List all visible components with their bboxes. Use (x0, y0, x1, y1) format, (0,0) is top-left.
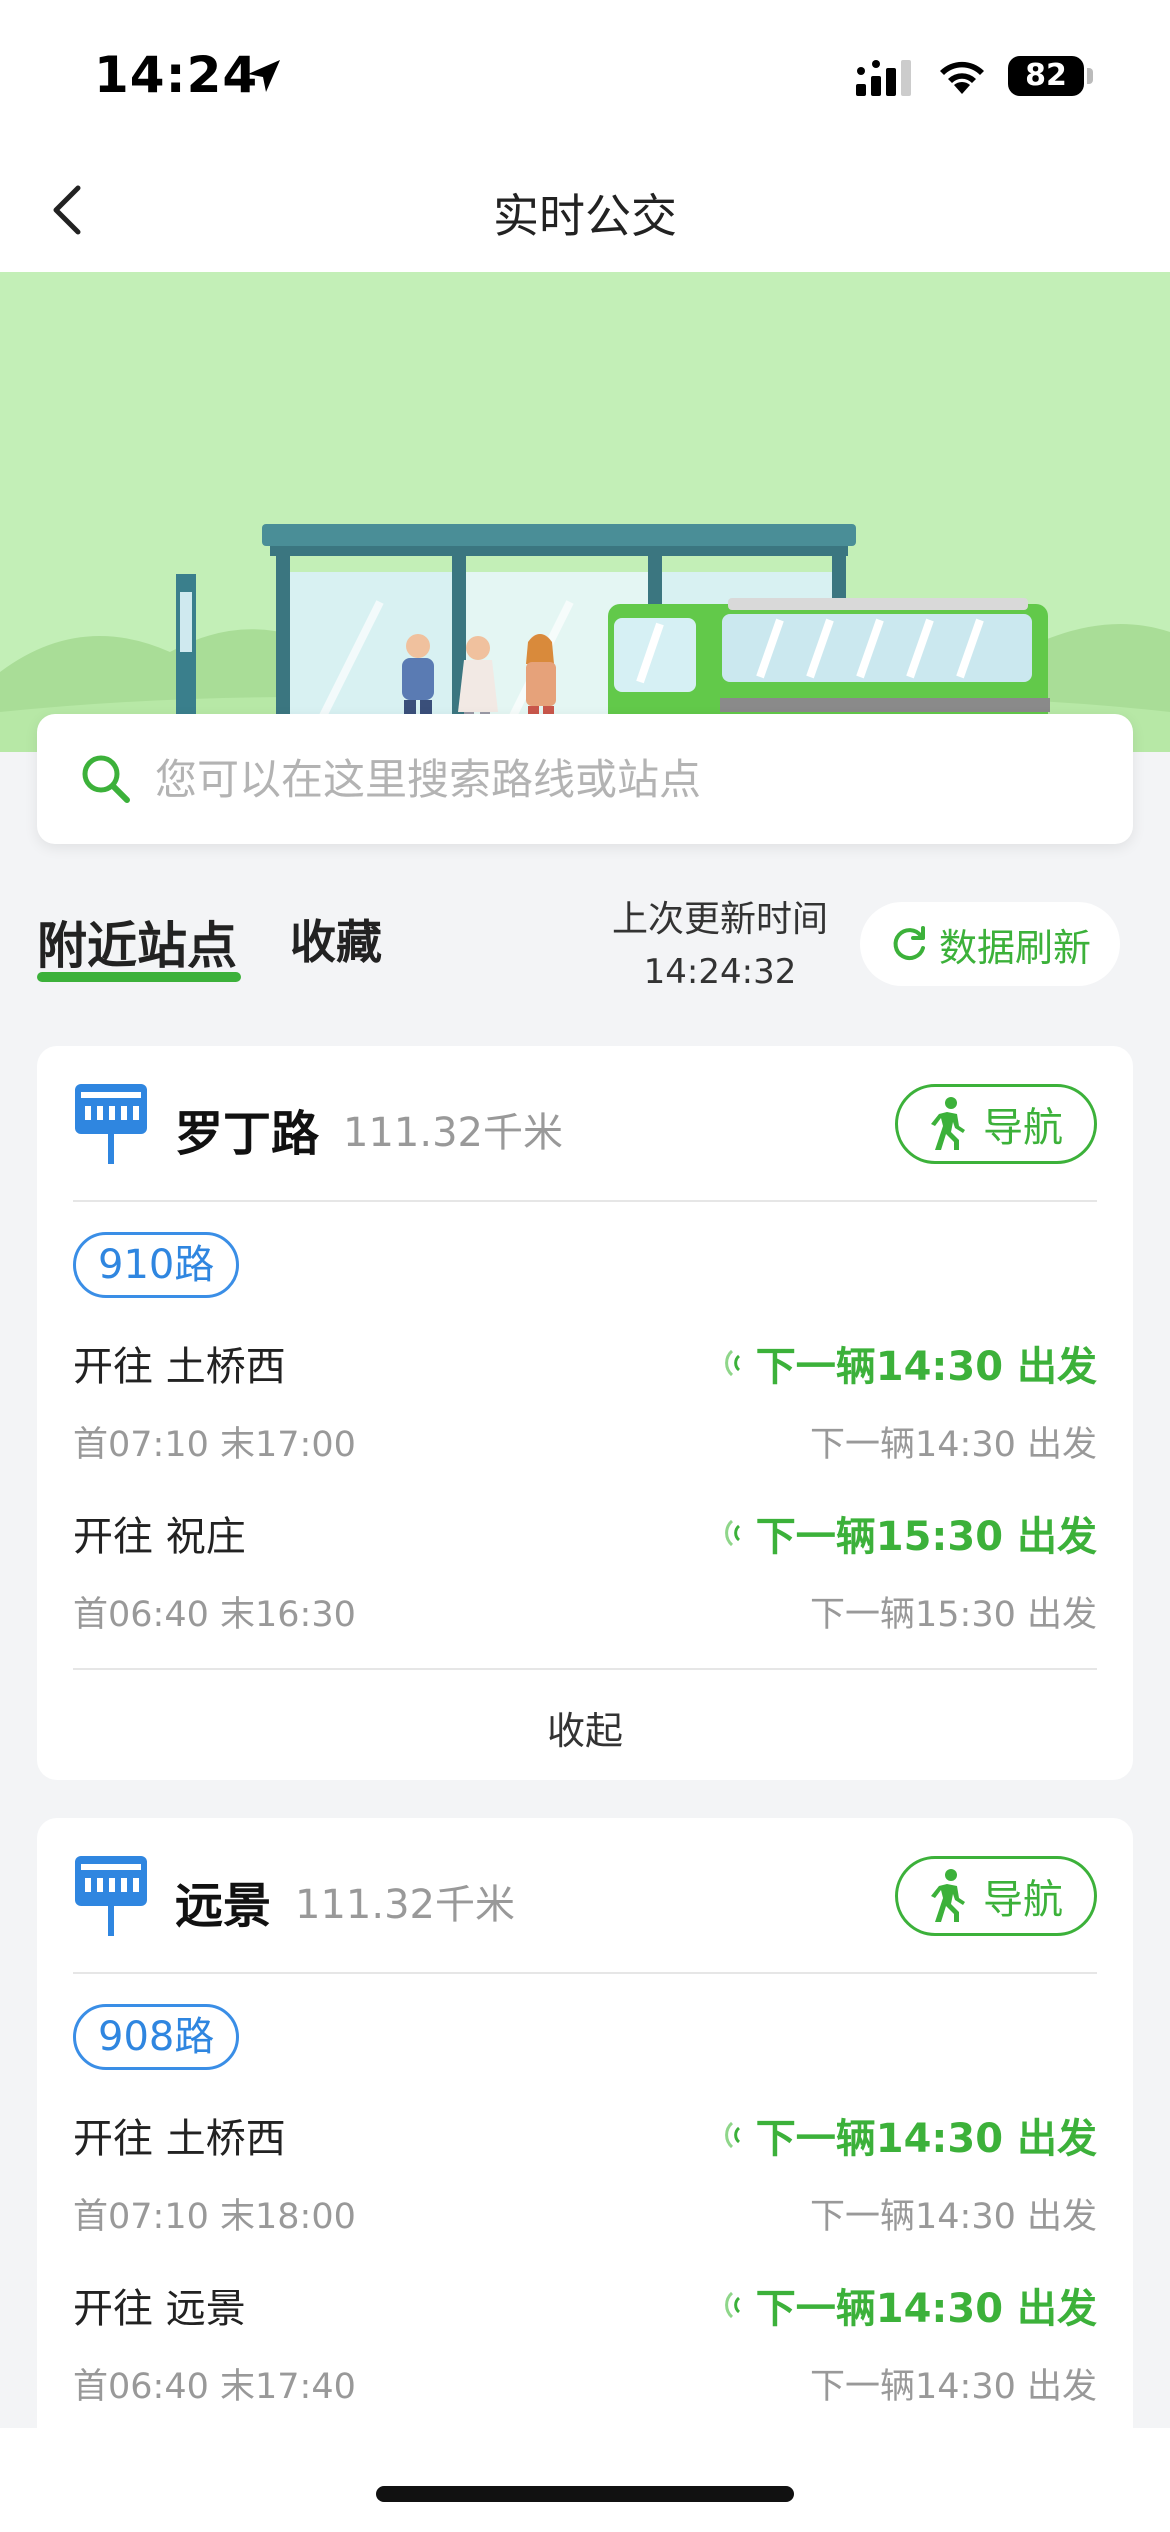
search-icon (82, 755, 130, 803)
card-divider (73, 1668, 1097, 1670)
search-box[interactable] (37, 714, 1133, 844)
service-hours: 首06:40 末16:30 (73, 1595, 356, 1635)
battery-nub (1087, 68, 1093, 84)
realtime-signal-icon (724, 1519, 740, 1547)
route-tag[interactable]: 908路 (73, 2004, 240, 2070)
bus-stop-icon (75, 1084, 147, 1164)
realtime-signal-icon (724, 2291, 740, 2319)
home-indicator[interactable] (376, 2486, 794, 2502)
status-time: 14:24 (94, 46, 259, 104)
realtime-signal-icon (724, 2121, 740, 2149)
service-hours-row: 首07:10 末17:00 下一辆14:30 出发 (73, 1416, 1097, 1466)
walking-person-icon (931, 1097, 965, 1150)
refresh-icon (893, 926, 925, 961)
route-tag[interactable]: 910路 (73, 1232, 240, 1298)
navigate-button[interactable]: 导航 (895, 1084, 1097, 1164)
station-card: 罗丁路 111.32千米 导航 910路 开往 土桥西 下一辆14:30 出发 … (37, 1046, 1133, 1780)
last-update-time: 14:24:32 (643, 952, 797, 992)
navigate-label: 导航 (983, 1877, 1063, 1923)
station-name: 罗丁路 (175, 1106, 320, 1162)
cellular-signal-icon (856, 60, 911, 96)
direction-row[interactable]: 开往 远景 下一辆14:30 出发 (73, 2276, 1097, 2336)
status-bar: 14:24 82 (0, 0, 1170, 150)
next-bus-time: 下一辆15:30 出发 (755, 1514, 1097, 1560)
service-hours-row: 首06:40 末16:30 下一辆15:30 出发 (73, 1586, 1097, 1636)
station-card: 远景 111.32千米 导航 908路 开往 土桥西 下一辆14:30 出发 首… (37, 1818, 1133, 2532)
service-hours: 首06:40 末17:40 (73, 2367, 356, 2407)
direction-row[interactable]: 开往 土桥西 下一辆14:30 出发 (73, 1334, 1097, 1394)
refresh-data-button[interactable]: 数据刷新 (860, 902, 1120, 986)
direction-label: 开往 土桥西 (73, 1344, 286, 1390)
bus-stop-banner (0, 272, 1170, 752)
direction-label: 开往 土桥西 (73, 2116, 286, 2162)
service-hours: 首07:10 末17:00 (73, 1425, 356, 1465)
next-bus-realtime: 下一辆14:30 出发 (722, 2106, 1097, 2164)
service-hours-row: 首07:10 末18:00 下一辆14:30 出发 (73, 2188, 1097, 2238)
wifi-icon (940, 61, 984, 94)
navigate-label: 导航 (983, 1105, 1063, 1151)
next-bus-scheduled: 下一辆14:30 出发 (810, 2197, 1097, 2237)
direction-label: 开往 远景 (73, 2286, 246, 2332)
direction-label: 开往 祝庄 (73, 1514, 246, 1560)
walking-person-icon (931, 1869, 965, 1922)
active-tab-indicator (37, 972, 241, 982)
search-input[interactable] (155, 744, 1055, 814)
next-bus-realtime: 下一辆14:30 出发 (722, 2276, 1097, 2334)
bus-stop-illustration (0, 524, 1170, 752)
page-title: 实时公交 (493, 189, 677, 243)
station-distance: 111.32千米 (295, 1882, 515, 1928)
card-divider (73, 1200, 1097, 1202)
next-bus-scheduled: 下一辆14:30 出发 (810, 1425, 1097, 1465)
home-indicator-area (0, 2428, 1170, 2532)
service-hours: 首07:10 末18:00 (73, 2197, 356, 2237)
navigate-button[interactable]: 导航 (895, 1856, 1097, 1936)
station-name: 远景 (175, 1878, 272, 1934)
last-update-label: 上次更新时间 (611, 899, 828, 940)
next-bus-scheduled: 下一辆15:30 出发 (810, 1595, 1097, 1635)
direction-row[interactable]: 开往 土桥西 下一辆14:30 出发 (73, 2106, 1097, 2166)
card-divider (73, 1972, 1097, 1974)
next-bus-time: 下一辆14:30 出发 (755, 1344, 1097, 1390)
bus-stop-icon (75, 1856, 147, 1936)
collapse-button[interactable]: 收起 (37, 1700, 1133, 1755)
next-bus-time: 下一辆14:30 出发 (755, 2286, 1097, 2332)
service-hours-row: 首06:40 末17:40 下一辆14:30 出发 (73, 2358, 1097, 2408)
location-arrow-icon (248, 60, 280, 92)
tab-nearby-stations[interactable]: 附近站点 (37, 906, 237, 978)
realtime-signal-icon (724, 1349, 740, 1377)
battery-icon: 82 (1008, 56, 1084, 96)
next-bus-realtime: 下一辆14:30 出发 (722, 1334, 1097, 1392)
next-bus-scheduled: 下一辆14:30 出发 (810, 2367, 1097, 2407)
refresh-label: 数据刷新 (938, 925, 1091, 970)
navigation-bar: 实时公交 (0, 150, 1170, 272)
next-bus-realtime: 下一辆15:30 出发 (722, 1504, 1097, 1562)
station-distance: 111.32千米 (343, 1110, 563, 1156)
direction-row[interactable]: 开往 祝庄 下一辆15:30 出发 (73, 1504, 1097, 1564)
next-bus-time: 下一辆14:30 出发 (755, 2116, 1097, 2162)
tab-favorites[interactable]: 收藏 (290, 906, 382, 972)
